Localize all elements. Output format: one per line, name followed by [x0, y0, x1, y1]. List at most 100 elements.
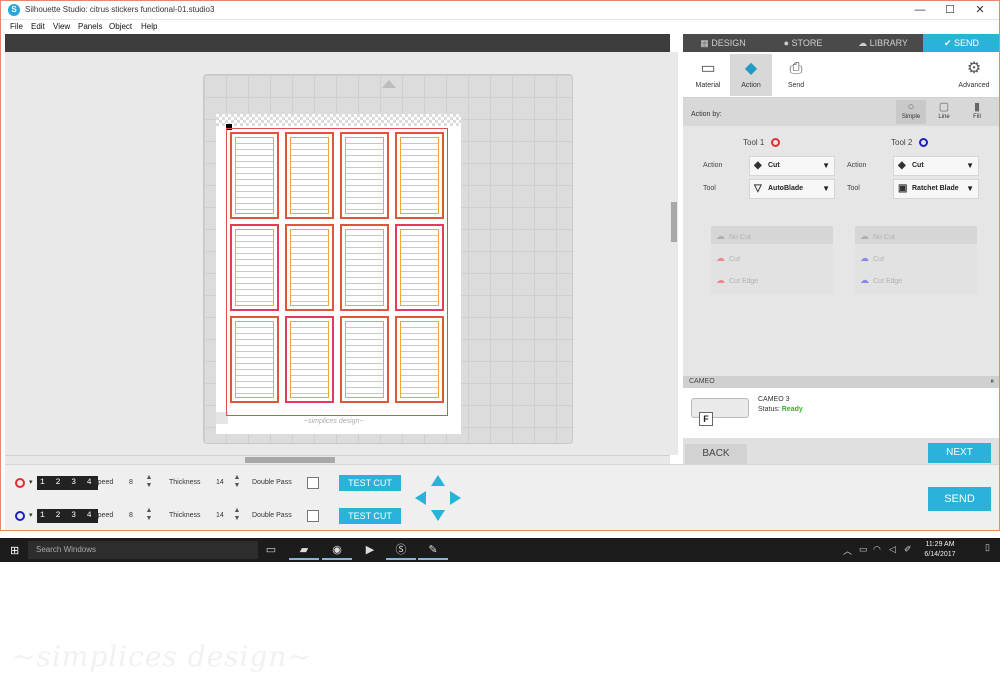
- windows-start-icon[interactable]: ⊞: [10, 544, 19, 557]
- design-page[interactable]: ~simplices design~: [216, 114, 461, 434]
- sticker[interactable]: [230, 224, 279, 311]
- send-panel: ▦ DESIGN ● STORE ☁ LIBRARY ✔ SEND ▭ Mate…: [683, 34, 1000, 465]
- sticker[interactable]: [340, 132, 389, 219]
- tool-selector[interactable]: 1 2 3 4: [37, 509, 98, 523]
- arrow-down-icon[interactable]: [431, 510, 445, 521]
- speed-label: Speed: [93, 512, 114, 519]
- sticker-lines: [400, 137, 439, 214]
- cut-icon: ☁: [716, 253, 725, 263]
- subtab-send[interactable]: ⎙ Send: [775, 54, 817, 96]
- sticker[interactable]: [285, 132, 334, 219]
- minimize-button[interactable]: —: [907, 2, 933, 18]
- sticker[interactable]: [340, 224, 389, 311]
- test-cut-button[interactable]: TEST CUT: [339, 475, 401, 491]
- speed-stepper[interactable]: ▲ ▼: [145, 507, 153, 523]
- double-pass-checkbox[interactable]: [307, 477, 319, 489]
- tool-2-option-cut[interactable]: ☁ Cut: [860, 253, 884, 264]
- chevron-up-icon[interactable]: ︿: [843, 544, 852, 557]
- menu-object[interactable]: Object: [109, 22, 132, 31]
- test-cut-button[interactable]: TEST CUT: [339, 508, 401, 524]
- menu-bar: File Edit View Panels Object Help: [0, 20, 1000, 34]
- speed-value[interactable]: 8: [129, 512, 133, 519]
- double-pass-checkbox[interactable]: [307, 510, 319, 522]
- menu-file[interactable]: File: [10, 22, 23, 31]
- vertical-scroll-thumb[interactable]: [671, 202, 677, 242]
- sticker[interactable]: [395, 132, 444, 219]
- thickness-label: Thickness: [169, 512, 201, 519]
- vertical-scrollbar[interactable]: [670, 52, 678, 455]
- tab-send[interactable]: ✔ SEND: [923, 34, 1000, 52]
- subtab-material[interactable]: ▭ Material: [687, 54, 729, 96]
- tab-library[interactable]: ☁ LIBRARY: [843, 34, 923, 52]
- sticker-lines: [290, 229, 329, 306]
- tool-2-action-select[interactable]: ◆ Cut ▼: [893, 156, 979, 176]
- mode-simple[interactable]: ○ Simple: [896, 100, 926, 124]
- tool-2-tool-select[interactable]: ▣ Ratchet Blade ▼: [893, 179, 979, 199]
- thickness-stepper[interactable]: ▲ ▼: [233, 474, 241, 490]
- tool-1-options: ☁ No Cut ☁ Cut ☁ Cut Edge: [711, 226, 833, 294]
- caret-down-icon[interactable]: ▾: [29, 511, 33, 519]
- powershell-icon[interactable]: ▶: [355, 540, 385, 560]
- mode-fill[interactable]: ▮ Fill: [962, 100, 992, 124]
- tab-store[interactable]: ● STORE: [763, 34, 843, 52]
- speed-value[interactable]: 8: [129, 479, 133, 486]
- taskbar-clock[interactable]: 11:29 AM 6/14/2017: [916, 540, 964, 560]
- back-button[interactable]: BACK: [685, 444, 747, 464]
- tool-2-option-cut-edge[interactable]: ☁ Cut Edge: [860, 275, 902, 286]
- cameo-device[interactable]: F CAMEO 3 Status: Ready: [683, 388, 1000, 438]
- thickness-value[interactable]: 14: [216, 512, 224, 519]
- task-view-icon[interactable]: ▭: [256, 540, 286, 560]
- paint-icon[interactable]: ✎: [418, 540, 448, 560]
- status-badge: Ready: [781, 406, 803, 413]
- arrow-up-icon[interactable]: [431, 475, 445, 486]
- tool-1-option-no-cut[interactable]: ☁ No Cut: [716, 231, 751, 242]
- menu-help[interactable]: Help: [141, 22, 157, 31]
- collapse-icon[interactable]: ⏸: [991, 376, 995, 388]
- cut-icon: ☁: [860, 253, 869, 263]
- tab-design[interactable]: ▦ DESIGN: [683, 34, 763, 52]
- pen-icon[interactable]: ✐: [904, 544, 912, 555]
- tool-1-tool-select[interactable]: ▽ AutoBlade ▼: [749, 179, 835, 199]
- arrow-left-icon[interactable]: [415, 491, 426, 505]
- battery-icon[interactable]: ▭: [859, 544, 868, 555]
- sticker[interactable]: [395, 316, 444, 403]
- menu-edit[interactable]: Edit: [31, 22, 45, 31]
- file-explorer-icon[interactable]: ▰: [289, 540, 319, 560]
- thickness-value[interactable]: 14: [216, 479, 224, 486]
- wifi-icon[interactable]: ◠: [873, 544, 881, 555]
- close-button[interactable]: ✕: [967, 2, 993, 18]
- design-canvas[interactable]: ~simplices design~: [5, 34, 670, 455]
- tool-1-option-cut[interactable]: ☁ Cut: [716, 253, 740, 264]
- subtab-action[interactable]: ◆ Action: [730, 54, 772, 96]
- tool-1-option-cut-edge[interactable]: ☁ Cut Edge: [716, 275, 758, 286]
- arrow-right-icon[interactable]: [450, 491, 461, 505]
- sticker[interactable]: [285, 224, 334, 311]
- tool-2-option-no-cut[interactable]: ☁ No Cut: [860, 231, 895, 242]
- cloud-icon: ☁: [858, 38, 870, 48]
- windows-search-input[interactable]: Search Windows: [28, 541, 258, 559]
- volume-icon[interactable]: ◁: [889, 544, 896, 555]
- sticker[interactable]: [230, 316, 279, 403]
- horizontal-scrollbar[interactable]: [5, 455, 670, 464]
- silhouette-taskbar-icon[interactable]: Ⓢ: [386, 540, 416, 560]
- horizontal-scroll-thumb[interactable]: [245, 457, 335, 463]
- caret-down-icon[interactable]: ▾: [29, 478, 33, 486]
- notifications-icon[interactable]: ▯: [985, 542, 995, 558]
- tool-selector[interactable]: 1 2 3 4: [37, 476, 98, 490]
- sticker[interactable]: [285, 316, 334, 403]
- sticker[interactable]: [230, 132, 279, 219]
- menu-view[interactable]: View: [53, 22, 70, 31]
- thickness-stepper[interactable]: ▲ ▼: [233, 507, 241, 523]
- menu-panels[interactable]: Panels: [78, 22, 102, 31]
- tool-1-action-select[interactable]: ◆ Cut ▼: [749, 156, 835, 176]
- send-button[interactable]: SEND: [928, 487, 991, 511]
- mode-line[interactable]: ▢ Line: [929, 100, 959, 124]
- maximize-button[interactable]: ☐: [937, 2, 963, 18]
- chrome-icon[interactable]: ◉: [322, 540, 352, 560]
- speed-stepper[interactable]: ▲ ▼: [145, 474, 153, 490]
- next-button[interactable]: NEXT: [928, 443, 991, 463]
- sticker[interactable]: [340, 316, 389, 403]
- subtab-advanced[interactable]: ⚙ Advanced: [953, 54, 995, 96]
- blade-icon: ◆: [744, 60, 758, 77]
- sticker[interactable]: [395, 224, 444, 311]
